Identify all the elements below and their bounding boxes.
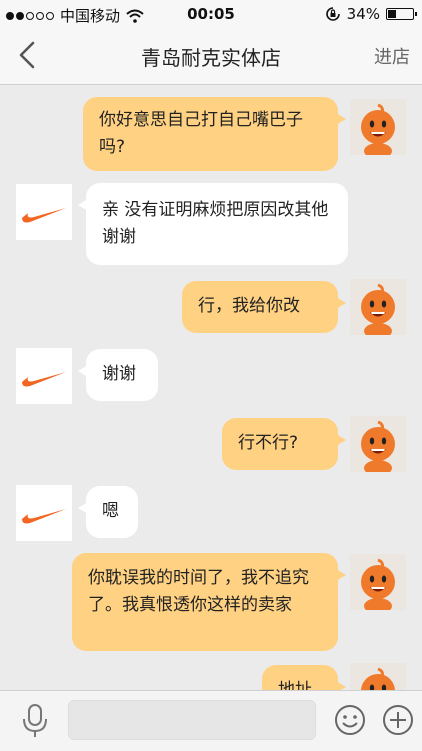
battery-icon — [386, 8, 417, 20]
mascot-avatar-icon[interactable] — [350, 279, 406, 335]
page-title: 青岛耐克实体店 — [141, 46, 281, 70]
nav-bar: 青岛耐克实体店 进店 — [0, 28, 422, 85]
message-bubble-shop[interactable]: 谢谢 — [78, 349, 158, 401]
mascot-avatar-icon[interactable] — [350, 554, 406, 610]
mascot-avatar-icon[interactable] — [350, 663, 406, 690]
nike-logo-icon[interactable] — [16, 348, 72, 404]
message-bubble-me[interactable]: 行，我给你改 — [182, 281, 346, 333]
message-bubble-me[interactable]: 地址 — [262, 665, 346, 690]
nike-logo-icon[interactable] — [16, 184, 72, 240]
message-bubble-me[interactable]: 你好意思自己打自己嘴巴子吗? — [83, 97, 346, 171]
status-right: 34% — [325, 5, 417, 23]
status-bar: 中国移动 00:05 34% — [0, 0, 422, 28]
orientation-lock-icon — [325, 7, 340, 21]
mascot-avatar-icon[interactable] — [350, 99, 406, 155]
battery-percent: 34% — [346, 5, 380, 23]
nike-logo-icon[interactable] — [16, 485, 72, 541]
message-bubble-me[interactable]: 你耽误我的时间了，我不追究了。我真恨透你这样的卖家 — [72, 553, 346, 651]
message-text: 行，我给你改 — [198, 296, 300, 316]
chat-list[interactable]: 你好意思自己打自己嘴巴子吗? 亲 没有证明麻烦把原因改其他 谢谢 行，我给你改 — [0, 85, 422, 690]
enter-store-button[interactable]: 进店 — [374, 43, 410, 69]
message-input[interactable] — [68, 700, 316, 740]
mascot-avatar-icon[interactable] — [350, 416, 406, 472]
message-bubble-shop[interactable]: 嗯 — [78, 486, 138, 538]
emoji-icon[interactable] — [334, 704, 366, 736]
message-bubble-shop[interactable]: 亲 没有证明麻烦把原因改其他 谢谢 — [78, 183, 348, 265]
plus-icon[interactable] — [382, 704, 414, 736]
message-text: 你耽误我的时间了，我不追究了。我真恨透你这样的卖家 — [88, 568, 309, 615]
message-text: 行不行? — [238, 433, 299, 453]
message-text: 嗯 — [102, 501, 119, 521]
microphone-icon[interactable] — [18, 703, 52, 739]
message-text: 亲 没有证明麻烦把原因改其他 谢谢 — [102, 200, 329, 247]
message-bubble-me[interactable]: 行不行? — [222, 418, 346, 470]
message-text: 谢谢 — [102, 364, 136, 384]
input-bar — [0, 690, 422, 751]
message-text: 你好意思自己打自己嘴巴子吗? — [99, 110, 303, 157]
message-text: 地址 — [278, 680, 312, 690]
